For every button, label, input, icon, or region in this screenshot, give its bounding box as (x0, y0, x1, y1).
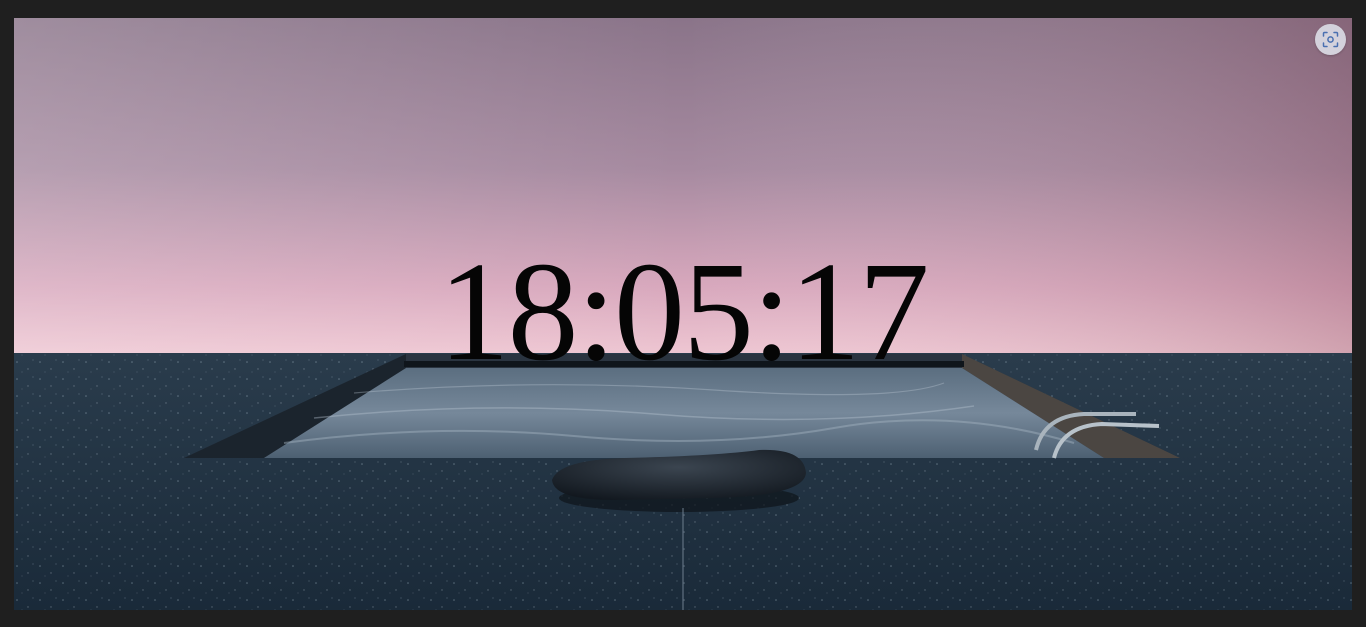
window-top-bar (0, 0, 1366, 18)
wallpaper-frame: 18:05:17 (14, 18, 1352, 610)
clock-time: 18:05:17 (438, 232, 930, 390)
scan-focus-icon (1322, 31, 1339, 48)
focus-mode-button[interactable] (1315, 24, 1346, 55)
